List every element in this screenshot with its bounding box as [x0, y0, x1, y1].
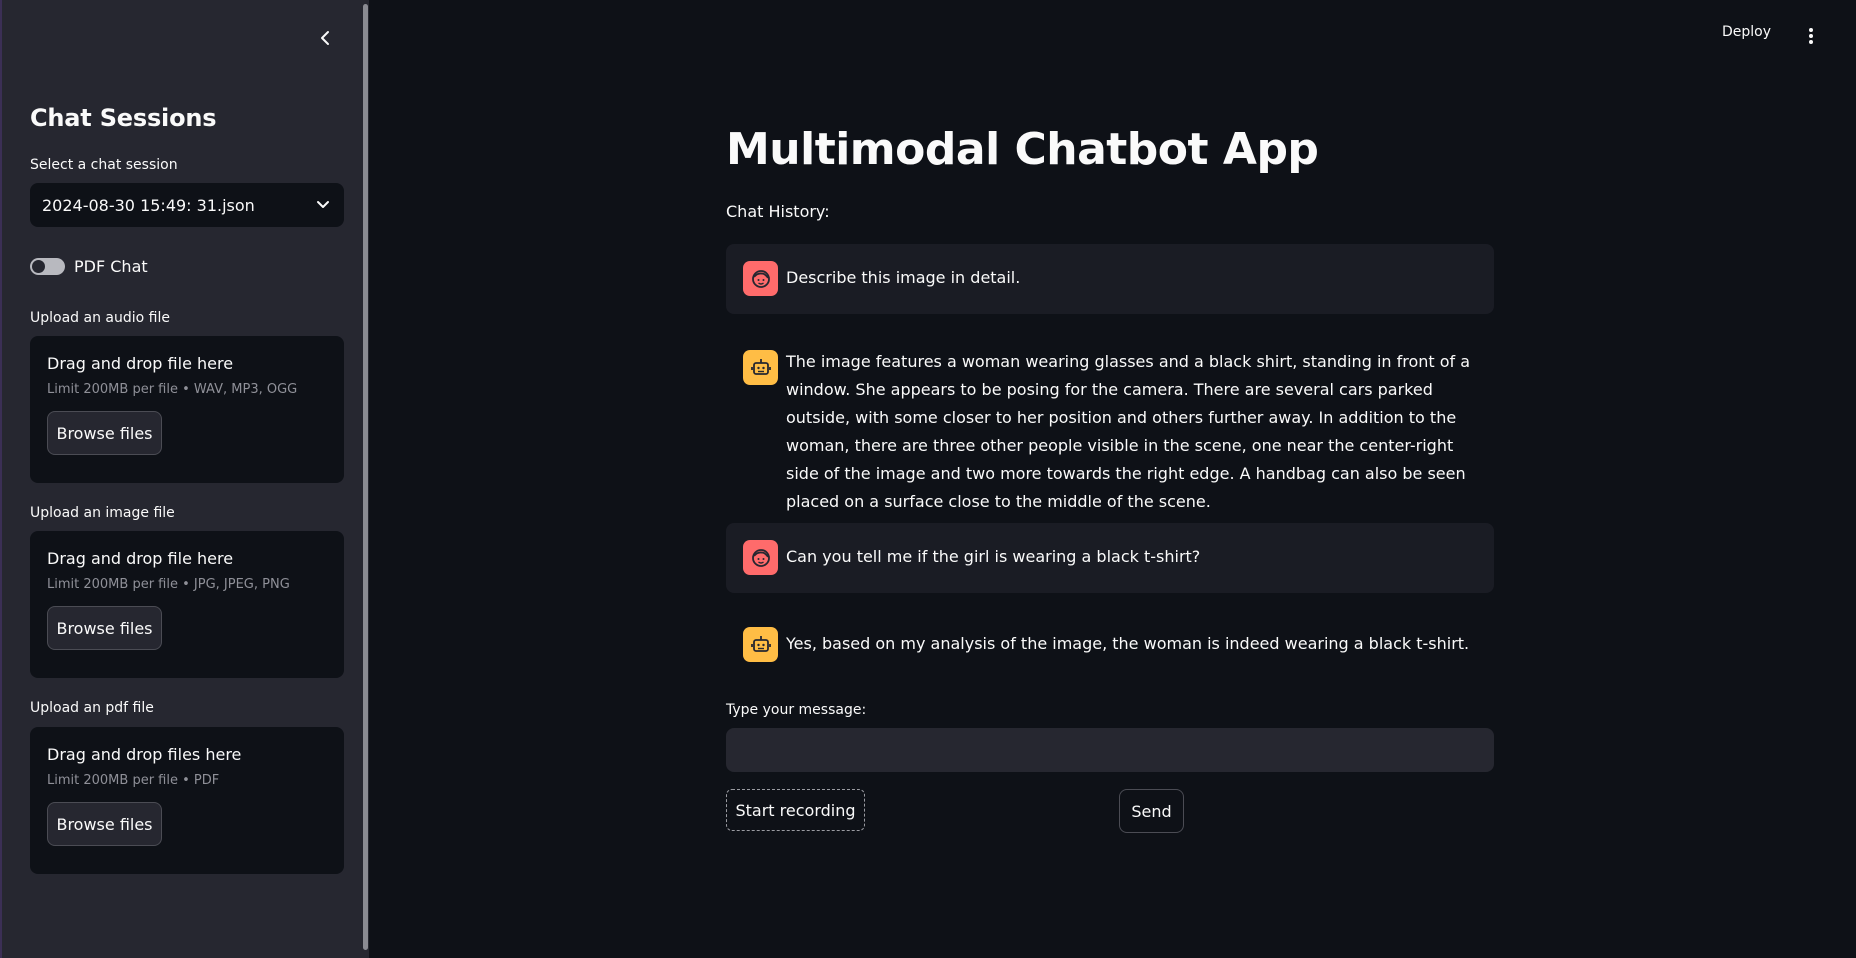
pdf-upload-label: Upload an pdf file	[30, 700, 154, 716]
message-text: Can you tell me if the girl is wearing a…	[786, 547, 1201, 566]
robot-icon	[750, 358, 771, 375]
pdf-drop-text: Drag and drop files here	[47, 745, 242, 764]
audio-upload-label: Upload an audio file	[30, 310, 170, 326]
image-drop-text: Drag and drop file here	[47, 549, 234, 568]
image-upload-label: Upload an image file	[30, 505, 175, 521]
sidebar: Chat Sessions Select a chat session 2024…	[0, 0, 369, 958]
chat-history-label: Chat History:	[726, 202, 830, 221]
chat-message-user: Can you tell me if the girl is wearing a…	[726, 523, 1494, 593]
kebab-menu-icon	[1809, 28, 1813, 44]
assistant-avatar	[743, 627, 778, 662]
message-input[interactable]	[726, 728, 1494, 772]
audio-dropzone[interactable]: Drag and drop file here Limit 200MB per …	[30, 336, 344, 483]
chat-message-assistant: Yes, based on my analysis of the image, …	[726, 627, 1494, 667]
user-face-icon	[751, 269, 770, 288]
page-title: Multimodal Chatbot App	[726, 124, 1319, 175]
user-avatar	[743, 540, 778, 575]
send-button[interactable]: Send	[1119, 789, 1184, 833]
session-select-label: Select a chat session	[30, 157, 178, 173]
pdf-dropzone[interactable]: Drag and drop files here Limit 200MB per…	[30, 727, 344, 874]
sidebar-scrollbar[interactable]	[363, 4, 368, 950]
pdf-browse-button[interactable]: Browse files	[47, 802, 162, 846]
chat-message-assistant: The image features a woman wearing glass…	[726, 348, 1494, 511]
message-text: The image features a woman wearing glass…	[786, 352, 1471, 511]
message-input-label: Type your message:	[726, 702, 867, 718]
pdf-chat-label: PDF Chat	[74, 256, 148, 276]
pdf-chat-toggle-row: PDF Chat	[30, 255, 148, 277]
message-text: Yes, based on my analysis of the image, …	[786, 634, 1470, 653]
start-recording-button[interactable]: Start recording	[726, 789, 865, 831]
user-face-icon	[751, 548, 770, 567]
pdf-chat-toggle[interactable]	[30, 257, 65, 275]
collapse-sidebar-button[interactable]	[312, 24, 340, 52]
session-select[interactable]: 2024-08-30 15:49: 31.json	[30, 183, 344, 227]
session-select-value: 2024-08-30 15:49: 31.json	[42, 195, 255, 215]
audio-browse-button[interactable]: Browse files	[47, 411, 162, 455]
assistant-avatar	[743, 350, 778, 385]
image-limit-text: Limit 200MB per file • JPG, JPEG, PNG	[47, 577, 290, 592]
image-dropzone[interactable]: Drag and drop file here Limit 200MB per …	[30, 531, 344, 678]
message-text: Describe this image in detail.	[786, 268, 1021, 287]
deploy-button[interactable]: Deploy	[1722, 24, 1771, 40]
audio-limit-text: Limit 200MB per file • WAV, MP3, OGG	[47, 382, 298, 397]
audio-drop-text: Drag and drop file here	[47, 354, 234, 373]
user-avatar	[743, 261, 778, 296]
main-menu-button[interactable]	[1800, 24, 1822, 48]
pdf-limit-text: Limit 200MB per file • PDF	[47, 773, 220, 788]
sidebar-title: Chat Sessions	[30, 104, 217, 132]
robot-icon	[750, 635, 771, 652]
chat-message-user: Describe this image in detail.	[726, 244, 1494, 314]
image-browse-button[interactable]: Browse files	[47, 606, 162, 650]
toggle-knob	[32, 259, 45, 273]
chevron-down-icon	[317, 201, 329, 208]
chevron-left-icon	[321, 31, 329, 45]
app: Chat Sessions Select a chat session 2024…	[0, 0, 1856, 958]
